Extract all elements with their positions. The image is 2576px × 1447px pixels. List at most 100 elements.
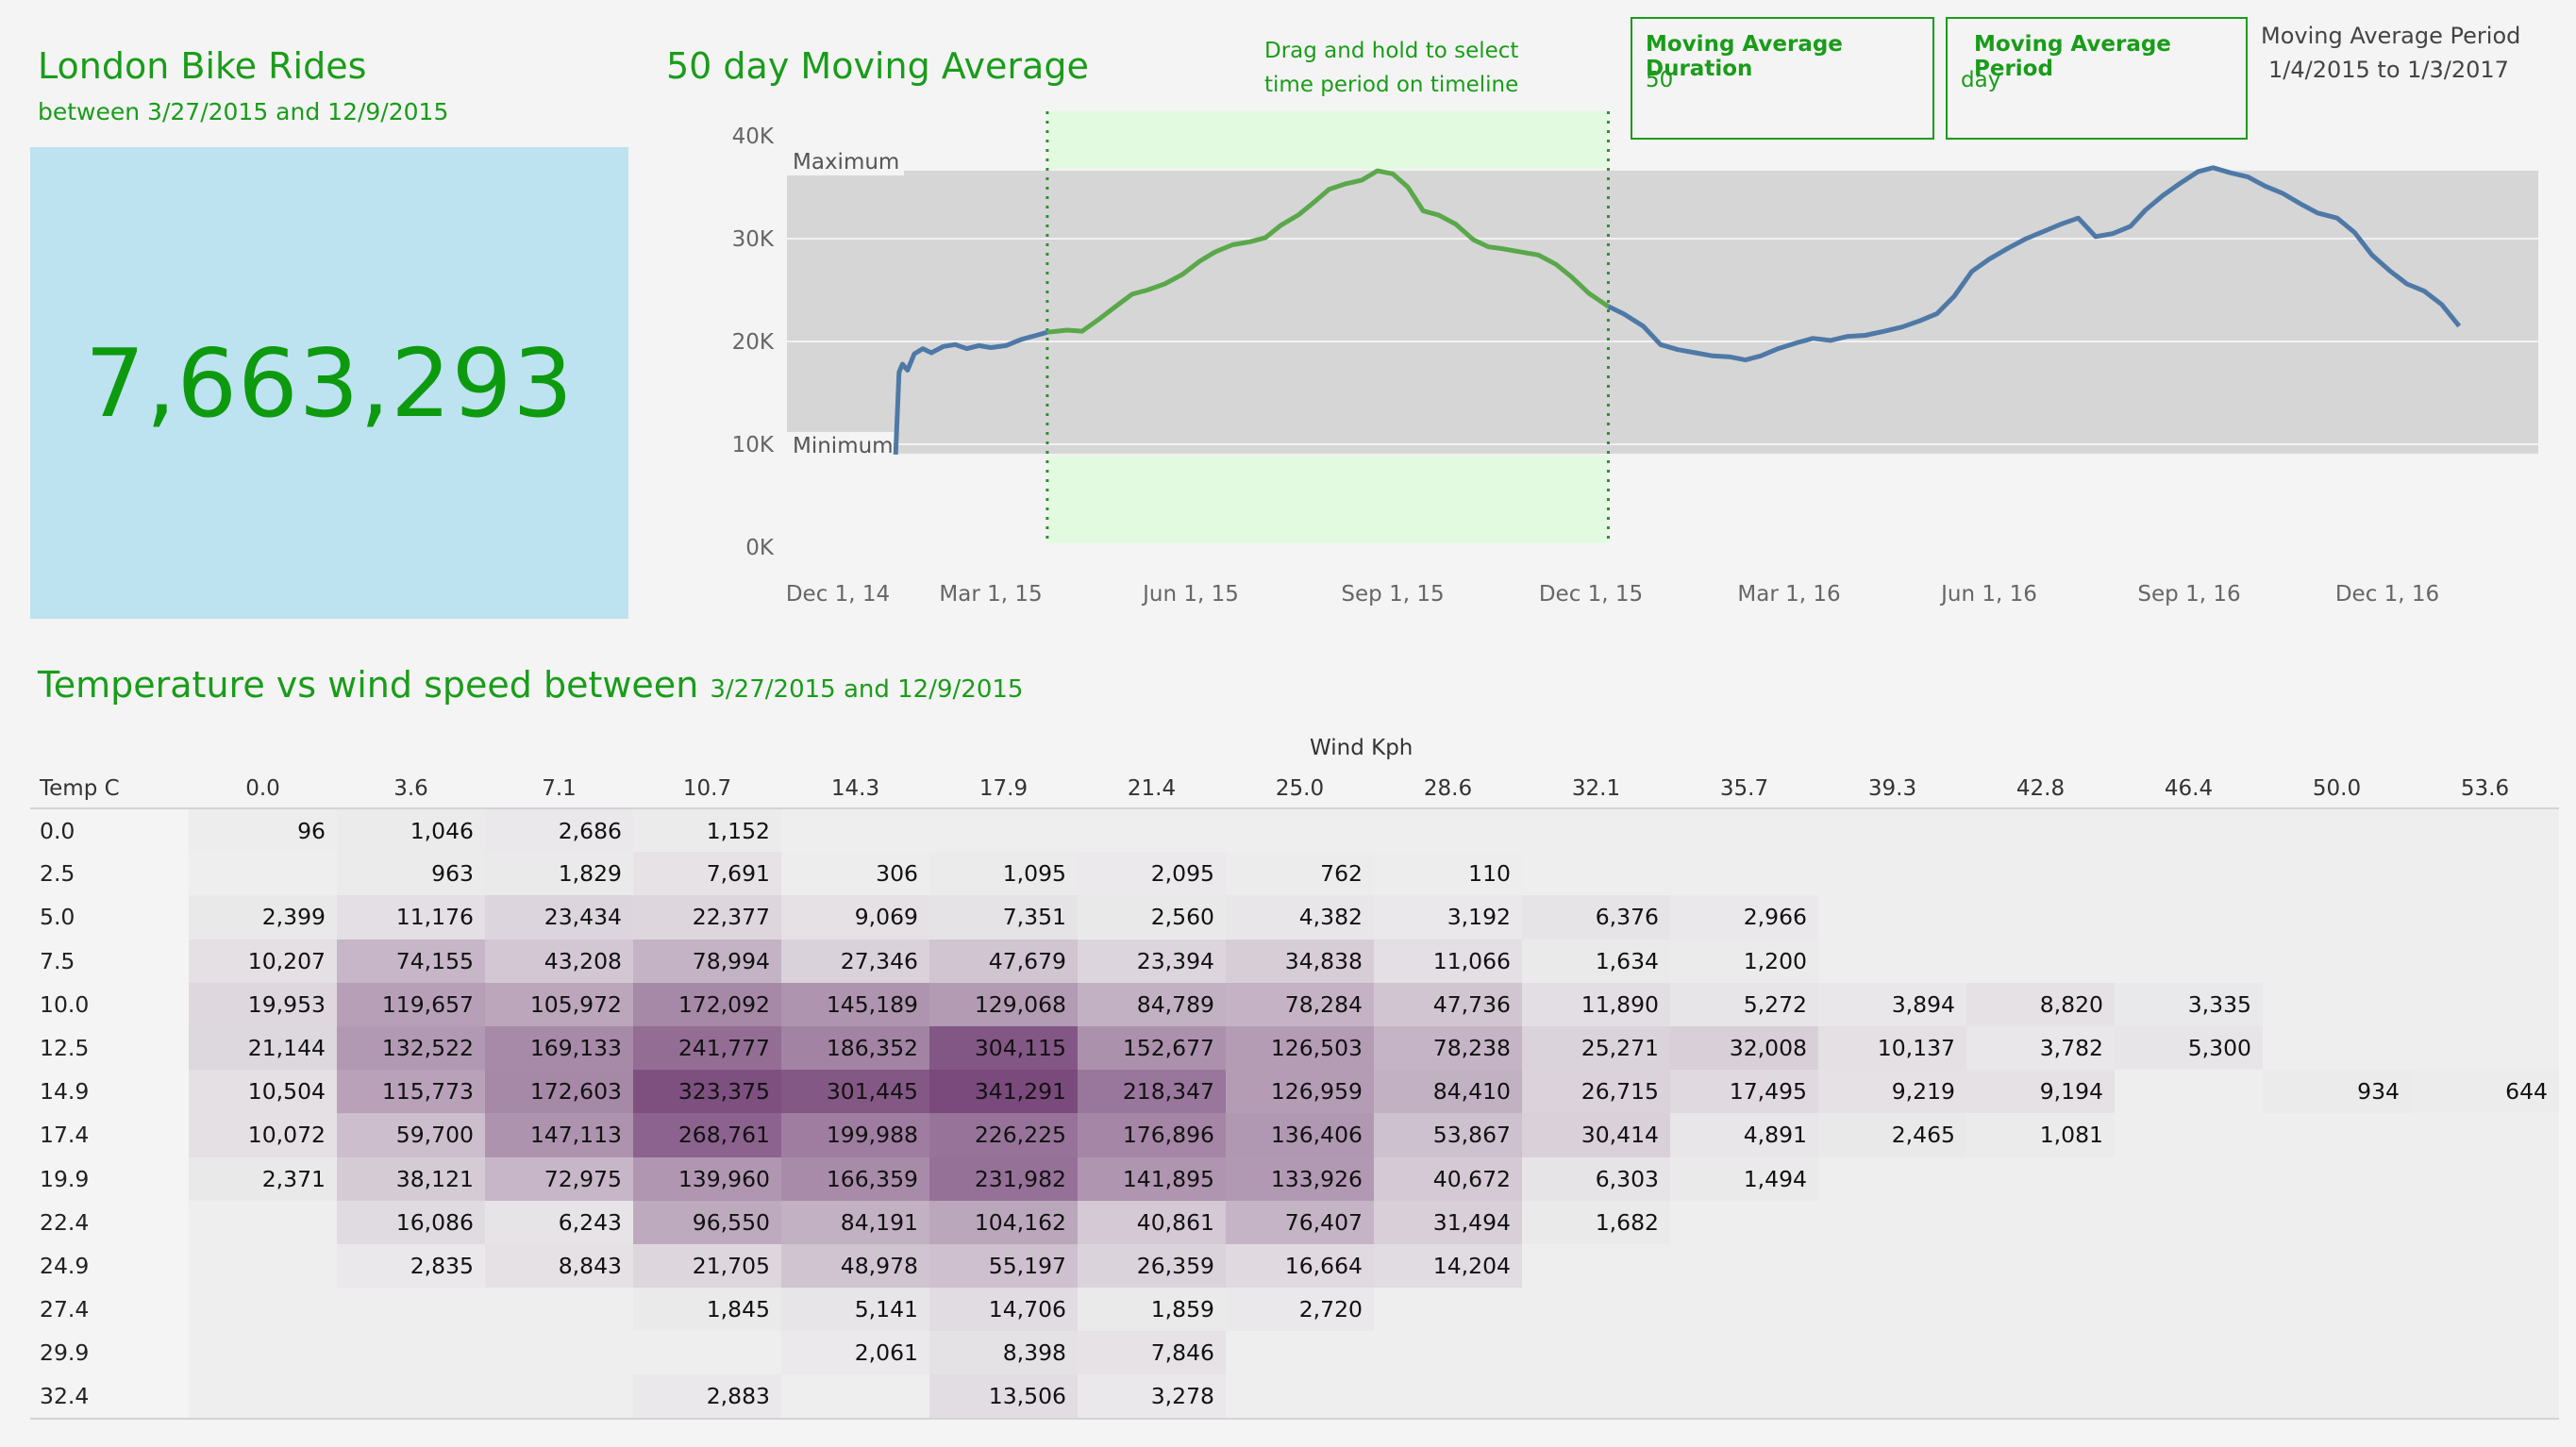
- heatmap-cell[interactable]: 2,720: [1226, 1288, 1374, 1332]
- heatmap-cell[interactable]: [1374, 1374, 1522, 1420]
- heatmap-cell[interactable]: 76,407: [1226, 1200, 1374, 1244]
- heatmap-cell[interactable]: [633, 1331, 781, 1375]
- heatmap-cell[interactable]: 55,197: [929, 1243, 1078, 1289]
- heatmap-cell[interactable]: [2411, 1243, 2559, 1289]
- heatmap-cell[interactable]: 3,894: [1818, 982, 1966, 1026]
- heatmap-cell[interactable]: [781, 1374, 929, 1420]
- heatmap-cell[interactable]: 34,838: [1226, 939, 1374, 983]
- heatmap-cell[interactable]: 14,706: [929, 1288, 1078, 1332]
- heatmap-cell[interactable]: [1966, 1156, 2115, 1201]
- heatmap-cell[interactable]: 4,382: [1226, 895, 1374, 940]
- heatmap-cell[interactable]: 10,072: [189, 1113, 337, 1157]
- heatmap-cell[interactable]: 2,966: [1670, 895, 1818, 940]
- heatmap-cell[interactable]: 7,691: [633, 852, 781, 896]
- heatmap-cell[interactable]: 1,095: [929, 852, 1078, 896]
- heatmap-cell[interactable]: 226,225: [929, 1113, 1078, 1157]
- heatmap-cell[interactable]: 8,398: [929, 1331, 1078, 1375]
- heatmap-cell[interactable]: [2263, 1113, 2411, 1157]
- heatmap-cell[interactable]: [189, 1374, 337, 1420]
- heatmap-cell[interactable]: [2115, 1243, 2263, 1289]
- heatmap-cell[interactable]: 74,155: [337, 939, 485, 983]
- heatmap-cell[interactable]: [1818, 852, 1966, 896]
- heatmap-cell[interactable]: [2115, 939, 2263, 983]
- heatmap-cell[interactable]: [189, 1200, 337, 1244]
- period-value[interactable]: day: [1961, 68, 2000, 92]
- heatmap-cell[interactable]: [2115, 1288, 2263, 1332]
- heatmap-cell[interactable]: 84,191: [781, 1200, 929, 1244]
- heatmap-cell[interactable]: [2263, 1200, 2411, 1244]
- heatmap-cell[interactable]: 6,243: [485, 1200, 633, 1244]
- heatmap-cell[interactable]: 169,133: [485, 1025, 633, 1071]
- heatmap-cell[interactable]: [781, 808, 929, 853]
- heatmap-cell[interactable]: 176,896: [1078, 1113, 1226, 1157]
- heatmap-cell[interactable]: 78,238: [1374, 1025, 1522, 1071]
- heatmap-cell[interactable]: 1,682: [1522, 1200, 1670, 1244]
- heatmap-cell[interactable]: 84,789: [1078, 982, 1226, 1026]
- heatmap-cell[interactable]: [2263, 852, 2411, 896]
- heatmap-cell[interactable]: 2,835: [337, 1243, 485, 1289]
- heatmap-cell[interactable]: [1522, 852, 1670, 896]
- heatmap-cell[interactable]: 126,503: [1226, 1025, 1374, 1071]
- heatmap-cell[interactable]: 139,960: [633, 1156, 781, 1201]
- heatmap-cell[interactable]: 9,219: [1818, 1070, 1966, 1114]
- heatmap-cell[interactable]: 53,867: [1374, 1113, 1522, 1157]
- heatmap-cell[interactable]: 4,891: [1670, 1113, 1818, 1157]
- heatmap-cell[interactable]: [1374, 1331, 1522, 1375]
- heatmap-cell[interactable]: 11,066: [1374, 939, 1522, 983]
- heatmap-cell[interactable]: 110: [1374, 852, 1522, 896]
- heatmap-cell[interactable]: 199,988: [781, 1113, 929, 1157]
- heatmap-cell[interactable]: 3,335: [2115, 982, 2263, 1026]
- heatmap-cell[interactable]: [1522, 1243, 1670, 1289]
- heatmap-cell[interactable]: 30,414: [1522, 1113, 1670, 1157]
- heatmap-cell[interactable]: [337, 1331, 485, 1375]
- heatmap-cell[interactable]: 47,679: [929, 939, 1078, 983]
- heatmap-cell[interactable]: [1966, 1331, 2115, 1375]
- heatmap-cell[interactable]: [2411, 1025, 2559, 1071]
- heatmap-cell[interactable]: 13,506: [929, 1374, 1078, 1420]
- heatmap-cell[interactable]: [1522, 1374, 1670, 1420]
- heatmap-cell[interactable]: 14,204: [1374, 1243, 1522, 1289]
- heatmap-cell[interactable]: [1670, 1288, 1818, 1332]
- heatmap-cell[interactable]: 2,061: [781, 1331, 929, 1375]
- heatmap-cell[interactable]: 7,351: [929, 895, 1078, 940]
- heatmap-cell[interactable]: 1,634: [1522, 939, 1670, 983]
- heatmap-cell[interactable]: [485, 1374, 633, 1420]
- heatmap-cell[interactable]: 3,192: [1374, 895, 1522, 940]
- heatmap-cell[interactable]: [2263, 1331, 2411, 1375]
- moving-average-chart[interactable]: Maximum Minimum 0K 10K 20K 30K 40K Dec 1, 14 Mar…: [661, 94, 2576, 623]
- heatmap-cell[interactable]: 40,861: [1078, 1200, 1226, 1244]
- heatmap-cell[interactable]: 132,522: [337, 1025, 485, 1071]
- heatmap-cell[interactable]: 5,272: [1670, 982, 1818, 1026]
- heatmap-cell[interactable]: 32,008: [1670, 1025, 1818, 1071]
- heatmap-cell[interactable]: [189, 852, 337, 896]
- heatmap-cell[interactable]: 231,982: [929, 1156, 1078, 1201]
- heatmap-cell[interactable]: [1522, 808, 1670, 853]
- heatmap-cell[interactable]: 11,890: [1522, 982, 1670, 1026]
- heatmap-cell[interactable]: [2115, 1070, 2263, 1114]
- heatmap-cell[interactable]: [2411, 852, 2559, 896]
- heatmap-cell[interactable]: [1966, 1374, 2115, 1420]
- heatmap-cell[interactable]: [2115, 808, 2263, 853]
- heatmap-cell[interactable]: [1966, 895, 2115, 940]
- heatmap-cell[interactable]: 43,208: [485, 939, 633, 983]
- heatmap-cell[interactable]: [1818, 808, 1966, 853]
- heatmap-cell[interactable]: [1374, 808, 1522, 853]
- duration-value[interactable]: 50: [1646, 68, 1673, 92]
- heatmap-cell[interactable]: [929, 808, 1078, 853]
- heatmap-cell[interactable]: 166,359: [781, 1156, 929, 1201]
- heatmap-cell[interactable]: [1818, 895, 1966, 940]
- heatmap-cell[interactable]: [1226, 808, 1374, 853]
- heatmap-cell[interactable]: 172,092: [633, 982, 781, 1026]
- heatmap-cell[interactable]: 644: [2411, 1070, 2559, 1114]
- heatmap-cell[interactable]: 2,883: [633, 1374, 781, 1420]
- heatmap-cell[interactable]: 23,394: [1078, 939, 1226, 983]
- heatmap-cell[interactable]: 141,895: [1078, 1156, 1226, 1201]
- heatmap-cell[interactable]: 78,284: [1226, 982, 1374, 1026]
- heatmap-cell[interactable]: 5,300: [2115, 1025, 2263, 1071]
- heatmap-cell[interactable]: 963: [337, 852, 485, 896]
- heatmap-cell[interactable]: 1,494: [1670, 1156, 1818, 1201]
- heatmap-cell[interactable]: 2,095: [1078, 852, 1226, 896]
- heatmap-cell[interactable]: [1818, 1331, 1966, 1375]
- heatmap-cell[interactable]: 1,829: [485, 852, 633, 896]
- heatmap-cell[interactable]: 17,495: [1670, 1070, 1818, 1114]
